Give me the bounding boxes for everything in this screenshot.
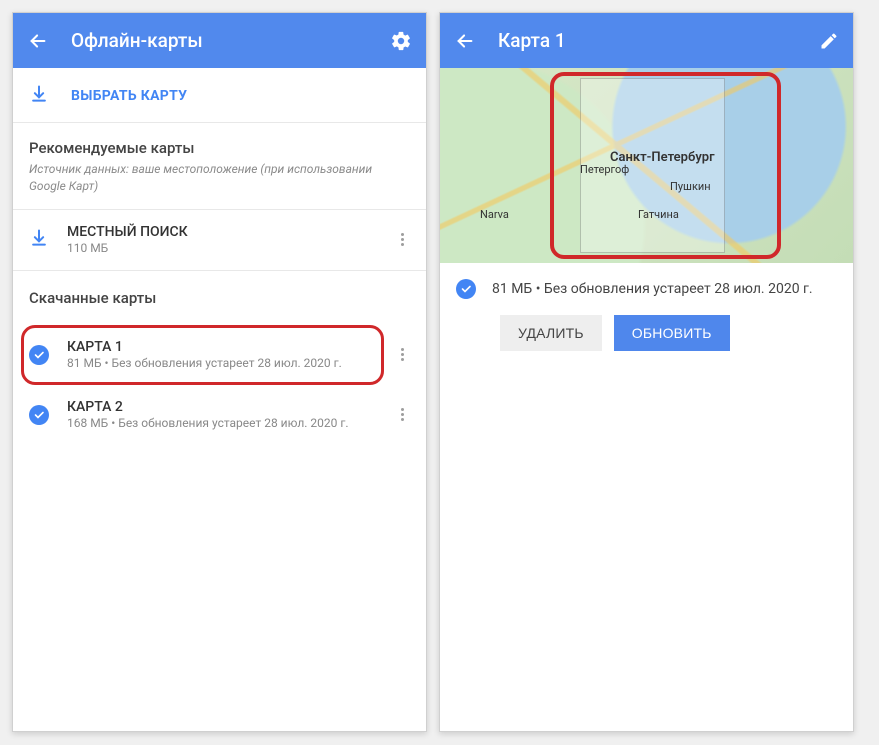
- map-preview[interactable]: Санкт-Петербург Петергоф Пушкин Гатчина …: [440, 68, 853, 263]
- more-icon[interactable]: [382, 220, 422, 260]
- more-icon[interactable]: [382, 395, 422, 435]
- more-icon[interactable]: [382, 335, 422, 375]
- downloaded-item-1[interactable]: КАРТА 1 81 МБ • Без обновления устареет …: [13, 325, 426, 385]
- back-arrow-icon[interactable]: [454, 30, 476, 52]
- gear-icon[interactable]: [390, 30, 412, 52]
- page-title: Карта 1: [498, 29, 797, 52]
- recommended-subtitle: Источник данных: ваше местоположение (пр…: [29, 161, 410, 195]
- downloaded-item-meta: 81 МБ • Без обновления устареет 28 июл. …: [67, 356, 364, 370]
- update-button[interactable]: ОБНОВИТЬ: [614, 315, 730, 351]
- downloaded-heading: Скачанные карты: [29, 289, 410, 307]
- delete-button[interactable]: УДАЛИТЬ: [500, 315, 602, 351]
- back-arrow-icon[interactable]: [27, 30, 49, 52]
- downloaded-item-info: КАРТА 1 81 МБ • Без обновления устареет …: [67, 339, 364, 370]
- recommended-heading: Рекомендуемые карты: [29, 139, 410, 157]
- recommended-section: Рекомендуемые карты Источник данных: ваш…: [13, 123, 426, 210]
- recommended-item-name: МЕСТНЫЙ ПОИСК: [67, 224, 364, 240]
- recommended-item-info: МЕСТНЫЙ ПОИСК 110 МБ: [67, 224, 364, 255]
- map-city-label: Петергоф: [580, 163, 629, 176]
- phone-offline-maps: Офлайн-карты ВЫБРАТЬ КАРТУ Рекомендуемые…: [12, 12, 427, 732]
- edit-icon[interactable]: [819, 31, 839, 51]
- select-map-button[interactable]: ВЫБРАТЬ КАРТУ: [29, 84, 410, 108]
- downloaded-item-name: КАРТА 1: [67, 339, 364, 355]
- downloaded-item-meta: 168 МБ • Без обновления устареет 28 июл.…: [67, 416, 364, 430]
- recommended-item-meta: 110 МБ: [67, 241, 364, 255]
- appbar: Офлайн-карты: [13, 13, 426, 68]
- download-icon: [29, 84, 49, 108]
- select-map-section: ВЫБРАТЬ КАРТУ: [13, 68, 426, 123]
- map-city-label: Narva: [480, 208, 509, 221]
- downloaded-section: Скачанные карты: [13, 271, 426, 325]
- check-circle-icon: [29, 405, 49, 425]
- phone-map-detail: Карта 1 Санкт-Петербург Петергоф Пушкин …: [439, 12, 854, 732]
- downloaded-item-info: КАРТА 2 168 МБ • Без обновления устареет…: [67, 399, 364, 430]
- check-circle-icon: [29, 345, 49, 365]
- map-city-label: Пушкин: [670, 180, 711, 193]
- download-icon: [29, 228, 49, 252]
- appbar: Карта 1: [440, 13, 853, 68]
- button-row: УДАЛИТЬ ОБНОВИТЬ: [440, 315, 853, 369]
- map-labels: Санкт-Петербург Петергоф Пушкин Гатчина …: [440, 68, 853, 263]
- downloaded-item-name: КАРТА 2: [67, 399, 364, 415]
- map-info-bar: 81 МБ • Без обновления устареет 28 июл. …: [440, 263, 853, 315]
- page-title: Офлайн-карты: [71, 29, 368, 52]
- select-map-label: ВЫБРАТЬ КАРТУ: [71, 88, 187, 104]
- recommended-item[interactable]: МЕСТНЫЙ ПОИСК 110 МБ: [13, 210, 426, 271]
- downloaded-item-2[interactable]: КАРТА 2 168 МБ • Без обновления устареет…: [13, 385, 426, 445]
- map-city-label: Гатчина: [638, 208, 679, 221]
- check-circle-icon: [456, 279, 476, 299]
- map-info-text: 81 МБ • Без обновления устареет 28 июл. …: [492, 281, 813, 297]
